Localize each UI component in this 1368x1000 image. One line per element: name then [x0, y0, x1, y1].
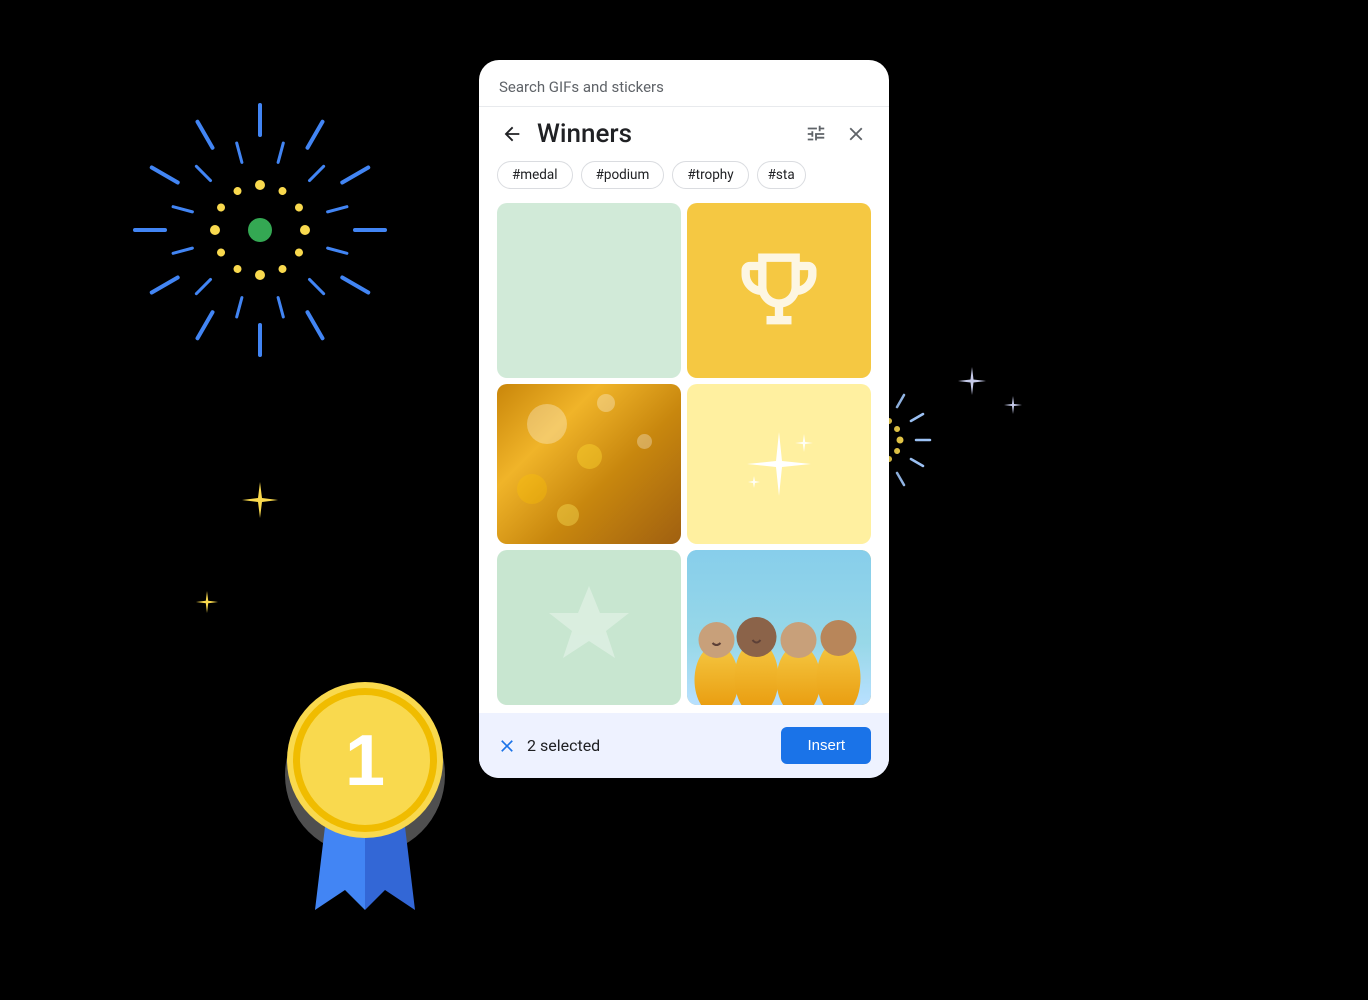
gif-sticker-modal: Search GIFs and stickers Winners	[479, 60, 889, 778]
back-button[interactable]	[497, 119, 527, 149]
svg-text:1: 1	[345, 721, 385, 801]
image-grid	[479, 203, 889, 713]
modal-nav: Winners	[479, 107, 889, 161]
selected-info: 2 selected	[497, 736, 600, 756]
sparkle-yellow-decoration-1	[240, 480, 280, 524]
tag-podium[interactable]: #podium	[581, 161, 665, 189]
search-header: Search GIFs and stickers	[479, 60, 889, 107]
selected-count-text: 2 selected	[527, 736, 600, 755]
insert-button[interactable]: Insert	[781, 727, 871, 764]
grid-cell-bokeh[interactable]	[497, 384, 681, 544]
filter-button[interactable]	[801, 119, 831, 149]
grid-cell-star[interactable]	[497, 550, 681, 705]
modal-title: Winners	[537, 119, 632, 149]
tag-medal[interactable]: #medal	[497, 161, 573, 189]
blue-starburst-decoration	[130, 100, 390, 360]
medal-decoration: 1	[250, 640, 480, 900]
grid-cell-mint[interactable]	[497, 203, 681, 378]
search-header-text: Search GIFs and stickers	[499, 78, 664, 96]
tag-trophy[interactable]: #trophy	[672, 161, 748, 189]
grid-cell-trophy[interactable]	[687, 203, 871, 378]
sparkle-white-decoration-1	[956, 365, 988, 401]
tag-star[interactable]: #sta	[757, 161, 806, 189]
close-button[interactable]	[841, 119, 871, 149]
bottom-bar: 2 selected Insert	[479, 713, 889, 778]
nav-left: Winners	[497, 119, 632, 149]
grid-cell-team[interactable]	[687, 550, 871, 705]
nav-right	[801, 119, 871, 149]
sparkle-white-decoration-2	[1003, 395, 1023, 419]
grid-cell-sparkles[interactable]	[687, 384, 871, 544]
clear-selection-button[interactable]	[497, 736, 517, 756]
tags-row: #medal #podium #trophy #sta	[479, 161, 889, 203]
sparkle-yellow-decoration-2	[195, 590, 219, 618]
